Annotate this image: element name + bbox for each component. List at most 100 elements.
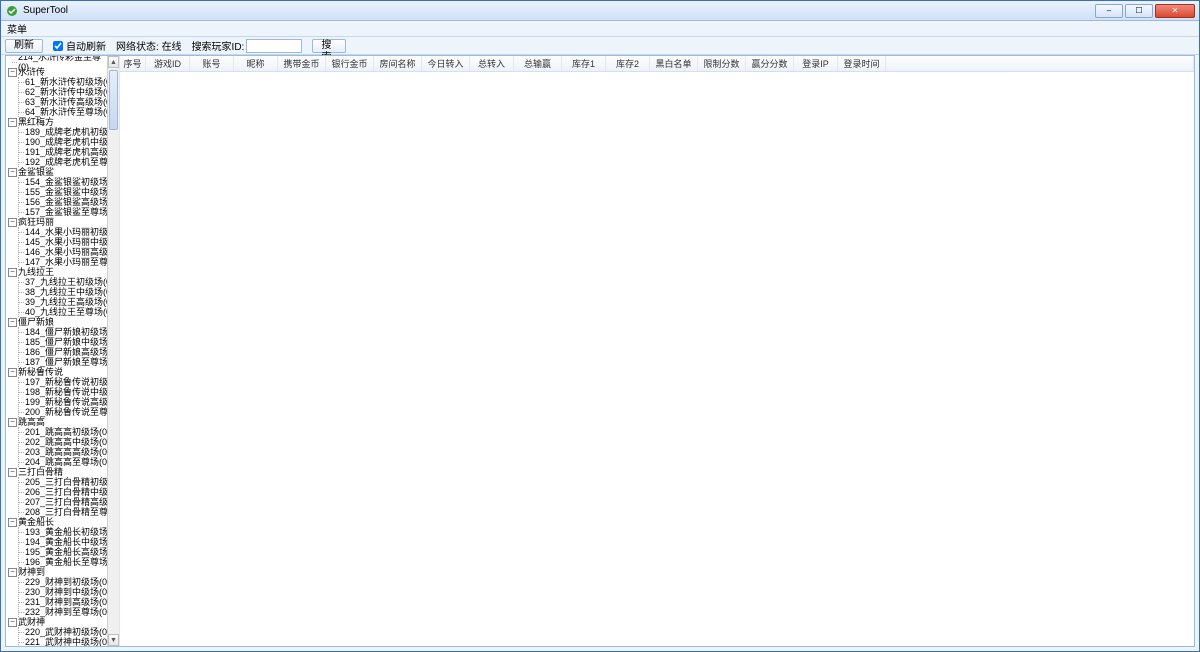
tree-leaf[interactable]: 192_成牌老虎机至尊场(0) bbox=[25, 157, 107, 167]
tree-parent[interactable]: 九线拉王 bbox=[8, 267, 107, 277]
tree-leaf[interactable]: 61_新水浒传初级场(0) bbox=[25, 77, 107, 87]
tree-leaf[interactable]: 231_财神到高级场(0) bbox=[25, 597, 107, 607]
column-header[interactable]: 今日转入 bbox=[422, 56, 470, 71]
tree-leaf[interactable]: 193_黄金船长初级场(0) bbox=[25, 527, 107, 537]
tree-parent[interactable]: 僵尸新娘 bbox=[8, 317, 107, 327]
tree-parent[interactable]: 三打白骨精 bbox=[8, 467, 107, 477]
tree-leaf[interactable]: 202_跳高高中级场(0) bbox=[25, 437, 107, 447]
column-header[interactable]: 游戏ID bbox=[146, 56, 190, 71]
column-header[interactable]: 序号 bbox=[120, 56, 146, 71]
tree-leaf[interactable]: 63_新水浒传高级场(0) bbox=[25, 97, 107, 107]
column-header[interactable]: 携带金币 bbox=[278, 56, 326, 71]
tree-parent[interactable]: 黑红梅方 bbox=[8, 117, 107, 127]
tree-leaf[interactable]: 186_僵尸新娘高级场(0) bbox=[25, 347, 107, 357]
tree-leaf[interactable]: 145_水果小玛丽中级场(0) bbox=[25, 237, 107, 247]
tree-leaf[interactable]: 230_财神到中级场(0) bbox=[25, 587, 107, 597]
column-header[interactable]: 赢分分数 bbox=[746, 56, 794, 71]
tree-leaf[interactable]: 185_僵尸新娘中级场(0) bbox=[25, 337, 107, 347]
tree-parent[interactable]: 跳高高 bbox=[8, 417, 107, 427]
tree-scrollbar[interactable]: ▲ ▼ bbox=[107, 56, 119, 646]
column-header[interactable]: 总输赢 bbox=[514, 56, 562, 71]
tree-parent[interactable]: 财神到 bbox=[8, 567, 107, 577]
scroll-down-icon[interactable]: ▼ bbox=[108, 634, 119, 646]
tree-leaf[interactable]: 195_黄金船长高级场(0) bbox=[25, 547, 107, 557]
column-header[interactable]: 库存1 bbox=[562, 56, 606, 71]
tree-leaf[interactable]: 190_成牌老虎机中级场(0) bbox=[25, 137, 107, 147]
collapse-icon[interactable] bbox=[8, 568, 17, 577]
tree-leaf[interactable]: 214_水浒传彩金至尊(0) bbox=[18, 57, 107, 67]
tree-leaf[interactable]: 220_武财神初级场(0) bbox=[25, 627, 107, 637]
tree-parent[interactable]: 黄金船长 bbox=[8, 517, 107, 527]
tree-leaf[interactable]: 229_财神到初级场(0) bbox=[25, 577, 107, 587]
tree-leaf[interactable]: 189_成牌老虎机初级场(0) bbox=[25, 127, 107, 137]
column-header[interactable]: 登录IP bbox=[794, 56, 838, 71]
tree-leaf[interactable]: 208_三打白骨精至尊场(0) bbox=[25, 507, 107, 517]
tree-leaf[interactable]: 199_新秘鲁传说高级场(0) bbox=[25, 397, 107, 407]
tree-leaf[interactable]: 198_新秘鲁传说中级场(0) bbox=[25, 387, 107, 397]
tree-leaf[interactable]: 146_水果小玛丽高级场(0) bbox=[25, 247, 107, 257]
column-header[interactable]: 房间名称 bbox=[374, 56, 422, 71]
menu-item[interactable]: 菜单 bbox=[7, 21, 27, 36]
column-header[interactable]: 昵称 bbox=[234, 56, 278, 71]
collapse-icon[interactable] bbox=[8, 68, 17, 77]
tree-leaf[interactable]: 206_三打白骨精中级场(0) bbox=[25, 487, 107, 497]
tree-leaf[interactable]: 201_跳高高初级场(0) bbox=[25, 427, 107, 437]
maximize-button[interactable]: ☐ bbox=[1125, 4, 1153, 18]
tree-leaf[interactable]: 157_金鲨银鲨至尊场(0) bbox=[25, 207, 107, 217]
column-header[interactable]: 限制分数 bbox=[698, 56, 746, 71]
minimize-button[interactable]: – bbox=[1095, 4, 1123, 18]
column-header[interactable]: 库存2 bbox=[606, 56, 650, 71]
tree-leaf[interactable]: 62_新水浒传中级场(0) bbox=[25, 87, 107, 97]
tree-leaf[interactable]: 40_九线拉王至尊场(0) bbox=[25, 307, 107, 317]
collapse-icon[interactable] bbox=[8, 118, 17, 127]
scroll-up-icon[interactable]: ▲ bbox=[108, 56, 119, 68]
search-button[interactable]: 搜索 bbox=[312, 39, 346, 53]
refresh-button[interactable]: 刷新 bbox=[5, 39, 43, 53]
tree-leaf[interactable]: 191_成牌老虎机高级场(0) bbox=[25, 147, 107, 157]
tree-leaf[interactable]: 207_三打白骨精高级场(0) bbox=[25, 497, 107, 507]
collapse-icon[interactable] bbox=[8, 618, 17, 627]
tree-leaf[interactable]: 203_跳高高高级场(0) bbox=[25, 447, 107, 457]
tree-leaf[interactable]: 38_九线拉王中级场(0) bbox=[25, 287, 107, 297]
tree-leaf[interactable]: 156_金鲨银鲨高级场(0) bbox=[25, 197, 107, 207]
search-input[interactable] bbox=[246, 39, 302, 53]
column-header[interactable]: 登录时间 bbox=[838, 56, 886, 71]
auto-refresh-checkbox[interactable]: 自动刷新 bbox=[53, 38, 106, 53]
tree-parent[interactable]: 新秘鲁传说 bbox=[8, 367, 107, 377]
collapse-icon[interactable] bbox=[8, 368, 17, 377]
collapse-icon[interactable] bbox=[8, 468, 17, 477]
tree-leaf[interactable]: 197_新秘鲁传说初级场(0) bbox=[25, 377, 107, 387]
tree-leaf[interactable]: 232_财神到至尊场(0) bbox=[25, 607, 107, 617]
tree-leaf[interactable]: 200_新秘鲁传说至尊场(0) bbox=[25, 407, 107, 417]
tree-leaf[interactable]: 221_武财神中级场(0) bbox=[25, 637, 107, 646]
auto-refresh-input[interactable] bbox=[53, 41, 63, 51]
tree-leaf[interactable]: 147_水果小玛丽至尊场(0) bbox=[25, 257, 107, 267]
collapse-icon[interactable] bbox=[8, 418, 17, 427]
collapse-icon[interactable] bbox=[8, 318, 17, 327]
tree-leaf[interactable]: 154_金鲨银鲨初级场(0) bbox=[25, 177, 107, 187]
titlebar[interactable]: SuperTool – ☐ ✕ bbox=[1, 1, 1199, 21]
tree-parent[interactable]: 武财神 bbox=[8, 617, 107, 627]
collapse-icon[interactable] bbox=[8, 518, 17, 527]
collapse-icon[interactable] bbox=[8, 168, 17, 177]
tree-leaf[interactable]: 64_新水浒传至尊场(0) bbox=[25, 107, 107, 117]
tree-leaf[interactable]: 184_僵尸新娘初级场(0) bbox=[25, 327, 107, 337]
collapse-icon[interactable] bbox=[8, 268, 17, 277]
column-header[interactable]: 银行金币 bbox=[326, 56, 374, 71]
scroll-thumb[interactable] bbox=[109, 70, 118, 130]
tree-leaf[interactable]: 39_九线拉王高级场(0) bbox=[25, 297, 107, 307]
tree-leaf[interactable]: 205_三打白骨精初级场(0) bbox=[25, 477, 107, 487]
tree-leaf[interactable]: 155_金鲨银鲨中级场(0) bbox=[25, 187, 107, 197]
tree-leaf[interactable]: 144_水果小玛丽初级场(0) bbox=[25, 227, 107, 237]
tree-leaf[interactable]: 187_僵尸新娘至尊场(0) bbox=[25, 357, 107, 367]
close-button[interactable]: ✕ bbox=[1155, 4, 1195, 18]
tree-scroll[interactable]: 214_水浒传彩金至尊(0)水浒传61_新水浒传初级场(0)62_新水浒传中级场… bbox=[6, 56, 107, 646]
tree-leaf[interactable]: 204_跳高高至尊场(0) bbox=[25, 457, 107, 467]
column-header[interactable]: 黑白名单 bbox=[650, 56, 698, 71]
tree-leaf[interactable]: 37_九线拉王初级场(0) bbox=[25, 277, 107, 287]
tree-parent[interactable]: 金鲨银鲨 bbox=[8, 167, 107, 177]
tree-leaf[interactable]: 196_黄金船长至尊场(0) bbox=[25, 557, 107, 567]
column-header[interactable]: 账号 bbox=[190, 56, 234, 71]
tree-leaf[interactable]: 194_黄金船长中级场(0) bbox=[25, 537, 107, 547]
column-header[interactable]: 总转入 bbox=[470, 56, 514, 71]
